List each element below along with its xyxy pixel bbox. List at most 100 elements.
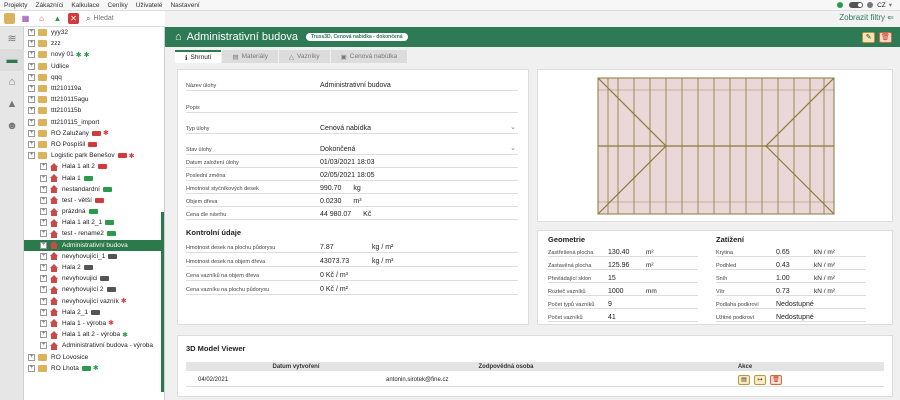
menu-item-zakaznici[interactable]: Zákazníci	[35, 2, 63, 9]
tree-item[interactable]: + Hala 1 alt 2_1	[24, 217, 164, 228]
expand-icon[interactable]: +	[40, 196, 47, 204]
expand-icon[interactable]: +	[40, 275, 47, 283]
menu-item-nastaveni[interactable]: Nastavení	[170, 2, 199, 9]
expand-icon[interactable]: +	[28, 353, 35, 361]
home-icon[interactable]: ⌂	[0, 71, 24, 93]
expand-icon[interactable]: +	[28, 29, 35, 37]
tree-item[interactable]: + RO Lovosice	[24, 351, 164, 362]
open-icon[interactable]: ↦	[754, 374, 766, 385]
field-value[interactable]: Dokončená	[320, 146, 355, 153]
tree-item[interactable]: + nevyhovující_1	[24, 251, 164, 262]
tree-scrollbar[interactable]	[161, 212, 164, 392]
new-folder-icon[interactable]	[4, 13, 15, 24]
search-input[interactable]	[93, 15, 154, 22]
expand-icon[interactable]: +	[40, 308, 47, 316]
expand-icon[interactable]: +	[28, 129, 35, 137]
expand-icon[interactable]: +	[28, 85, 35, 93]
expand-icon[interactable]: +	[28, 73, 35, 81]
delete-icon[interactable]: ✕	[68, 13, 79, 24]
expand-icon[interactable]: +	[40, 163, 47, 171]
menu-item-projekty[interactable]: Projekty	[4, 2, 27, 9]
tree-item[interactable]: + ttt210115b	[24, 105, 164, 116]
tree-item[interactable]: + Hala 1 - výroba ✱	[24, 318, 164, 329]
expand-icon[interactable]: +	[40, 208, 47, 216]
expand-icon[interactable]: +	[28, 140, 35, 148]
tree-item[interactable]: + Administrativní budova - výroba	[24, 340, 164, 351]
tree-item[interactable]: + Administrativní budova	[24, 239, 164, 251]
edit-icon[interactable]: ✎	[862, 31, 875, 43]
theme-toggle[interactable]	[849, 2, 864, 8]
tree-item[interactable]: + Hala 1	[24, 172, 164, 183]
tree-item[interactable]: + nestandardní	[24, 184, 164, 195]
tree-item[interactable]: + qqq	[24, 72, 164, 83]
expand-icon[interactable]: +	[28, 118, 35, 126]
roof-icon[interactable]: ▲	[52, 13, 63, 24]
expand-icon[interactable]: +	[40, 230, 47, 238]
expand-icon[interactable]: +	[40, 219, 47, 227]
tree-item[interactable]: + nový 01 ✱ ✱	[24, 49, 164, 60]
tree-item[interactable]: + nevyhovujici	[24, 273, 164, 284]
expand-icon[interactable]: +	[28, 40, 35, 48]
expand-icon[interactable]: +	[28, 152, 35, 160]
tree-item[interactable]: + Udlice	[24, 61, 164, 72]
expand-icon[interactable]: +	[40, 331, 47, 339]
summary-field: Cena dle návrhu 44 980.07 Kč	[186, 207, 518, 220]
tree-item[interactable]: + ttt210115agu	[24, 94, 164, 105]
expand-icon[interactable]: +	[40, 297, 47, 305]
tree-item[interactable]: + RO Lhota ✱	[24, 363, 164, 374]
tab-vazniky[interactable]: △ Vazníky	[278, 50, 330, 63]
field-value[interactable]: Cenová nabídka	[320, 125, 371, 132]
expand-icon[interactable]: +	[40, 264, 47, 272]
tree-item[interactable]: + ttt210119a	[24, 83, 164, 94]
house-icon[interactable]: ⌂	[36, 13, 47, 24]
user-icon[interactable]	[867, 2, 874, 8]
tab-cenova-nabidka[interactable]: ▣ Cenová nabídka	[330, 50, 408, 63]
tree-item[interactable]: + Hala 1 alt 2 - výroba ✱	[24, 329, 164, 340]
menu-item-uzivatele[interactable]: Uživatelé	[136, 2, 163, 9]
tree-item[interactable]: + Hala 2_1	[24, 307, 164, 318]
tree-item[interactable]: + prázdná	[24, 206, 164, 217]
expand-icon[interactable]: +	[28, 62, 35, 70]
summary-field[interactable]: Stav úlohy Dokončená ⌄	[186, 142, 518, 155]
triangle-icon[interactable]: ▲	[0, 93, 24, 115]
gear-icon: ✱	[83, 51, 90, 59]
tree-item[interactable]: + Logistic park Benešov ✱	[24, 150, 164, 161]
expand-icon[interactable]: +	[40, 252, 47, 260]
expand-icon[interactable]: +	[28, 96, 35, 104]
expand-icon[interactable]: +	[40, 185, 47, 193]
trash-icon[interactable]: 🗑	[879, 31, 892, 43]
tree-item[interactable]: + Hala 2	[24, 262, 164, 273]
language-selector[interactable]: CZ	[877, 2, 886, 9]
tree-item[interactable]: + RO Pospíšil	[24, 139, 164, 150]
tree-item[interactable]: + nevyhovující vazník ✱	[24, 296, 164, 307]
tree-item[interactable]: + ttt210115_import	[24, 117, 164, 128]
menu-item-ceniky[interactable]: Ceníky	[108, 2, 128, 9]
menu-item-kalkulace[interactable]: Kalkulace	[71, 2, 99, 9]
tree-item[interactable]: + test - větší	[24, 195, 164, 206]
tree-item[interactable]: + test - rename2	[24, 228, 164, 239]
expand-icon[interactable]: +	[40, 286, 47, 294]
tree-item[interactable]: + zzz	[24, 38, 164, 49]
expand-icon[interactable]: +	[28, 107, 35, 115]
field-label: Převládající sklon	[548, 276, 592, 282]
summary-field[interactable]: Typ úlohy Cenová nabídka ⌄	[186, 121, 518, 134]
show-filters-link[interactable]: Zobrazit filtry ⇐	[839, 13, 894, 22]
tab-shrnuti[interactable]: ℹ Shrnutí	[175, 50, 222, 63]
tab-materialy[interactable]: ▤ Materiály	[222, 50, 278, 63]
tree-item[interactable]: + Hala 1 alt 2	[24, 161, 164, 172]
copy-icon[interactable]: ▤	[738, 374, 750, 385]
expand-icon[interactable]: +	[40, 319, 47, 327]
expand-icon[interactable]: +	[28, 51, 35, 59]
projects-icon[interactable]: ▬	[0, 49, 24, 71]
tree-item[interactable]: + nevyhovující 2	[24, 284, 164, 295]
tree-item[interactable]: + RO Zalužany ✱	[24, 128, 164, 139]
layers-icon[interactable]: ≋	[0, 27, 24, 49]
expand-icon[interactable]: +	[40, 342, 47, 350]
users-icon[interactable]: ☻	[0, 115, 24, 137]
trash-icon[interactable]: 🗑	[770, 374, 782, 385]
expand-icon[interactable]: +	[28, 364, 35, 372]
expand-icon[interactable]: +	[40, 241, 47, 249]
grid-icon[interactable]: ▦	[20, 13, 31, 24]
expand-icon[interactable]: +	[40, 174, 47, 182]
tree-item[interactable]: + yyy32	[24, 27, 164, 38]
